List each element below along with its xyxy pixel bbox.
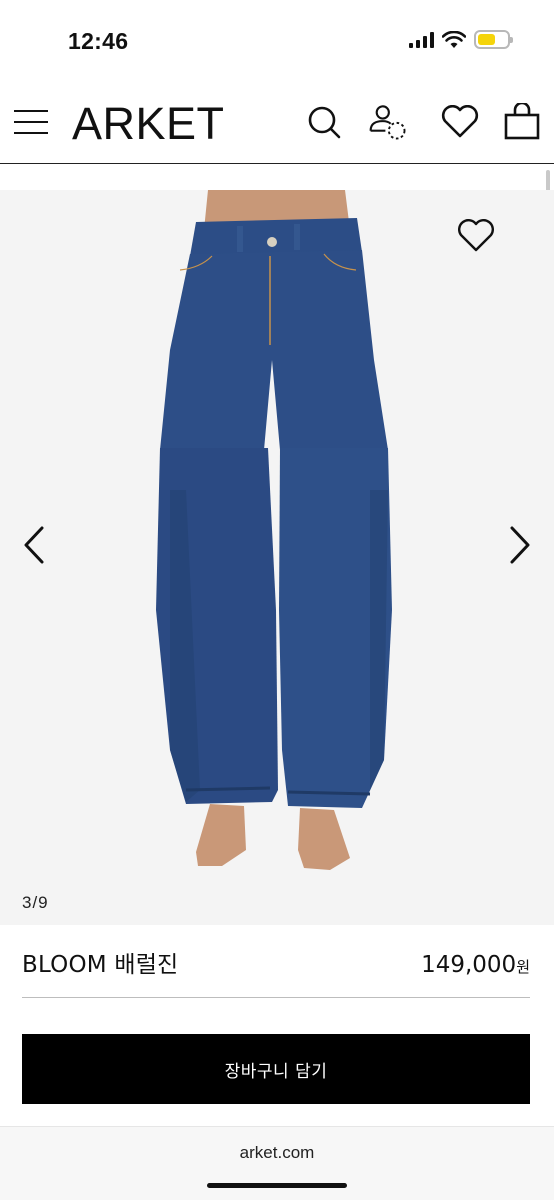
chevron-left-icon xyxy=(24,526,44,564)
brand-logo[interactable]: ARKET xyxy=(72,98,225,150)
price-amount: 149,000 xyxy=(421,952,517,978)
add-to-cart-button[interactable]: 장바구니 담기 xyxy=(22,1034,530,1104)
price-currency: 원 xyxy=(516,958,530,976)
chevron-right-icon xyxy=(510,526,530,564)
status-icons xyxy=(409,30,513,49)
url-text[interactable]: arket.com xyxy=(0,1143,554,1163)
product-name: BLOOM 배럴진 xyxy=(22,952,179,978)
favorite-button[interactable] xyxy=(454,216,498,256)
status-bar: 12:46 xyxy=(0,0,554,84)
heart-outline-icon xyxy=(458,219,494,252)
divider xyxy=(22,997,530,998)
browser-url-bar: arket.com xyxy=(0,1126,554,1200)
product-image-gallery[interactable]: 3/9 xyxy=(0,190,554,925)
next-image-button[interactable] xyxy=(500,520,540,570)
search-icon[interactable] xyxy=(304,102,344,142)
wifi-icon xyxy=(442,30,466,48)
cellular-signal-icon xyxy=(409,31,434,48)
heart-icon[interactable] xyxy=(440,102,480,142)
home-indicator[interactable] xyxy=(207,1183,347,1188)
battery-icon xyxy=(474,30,513,49)
product-info: BLOOM 배럴진 149,000원 xyxy=(22,945,530,979)
hamburger-menu-icon[interactable] xyxy=(14,106,48,138)
barrel-jeans-photo xyxy=(156,190,392,870)
previous-image-button[interactable] xyxy=(14,520,54,570)
top-navigation: ARKET xyxy=(0,84,554,164)
image-counter: 3/9 xyxy=(22,893,49,912)
status-time: 12:46 xyxy=(68,28,129,54)
product-price: 149,000원 xyxy=(421,952,530,978)
account-icon[interactable] xyxy=(368,102,408,142)
shopping-bag-icon[interactable] xyxy=(502,102,542,142)
